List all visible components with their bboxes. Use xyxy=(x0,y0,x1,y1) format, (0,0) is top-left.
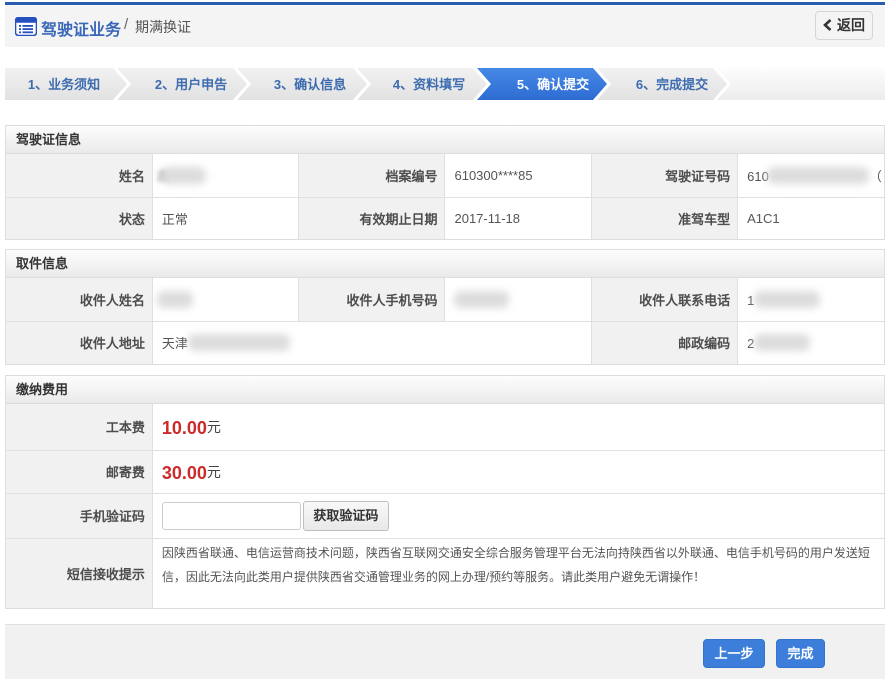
svg-text:3、确认信息: 3、确认信息 xyxy=(274,77,346,92)
svg-text:2、用户申告: 2、用户申告 xyxy=(155,77,227,92)
svg-text:5、确认提交: 5、确认提交 xyxy=(517,77,589,92)
svg-text:6、完成提交: 6、完成提交 xyxy=(636,77,708,92)
svg-text:4、资料填写: 4、资料填写 xyxy=(393,77,465,92)
svg-text:1、业务须知: 1、业务须知 xyxy=(28,77,100,92)
